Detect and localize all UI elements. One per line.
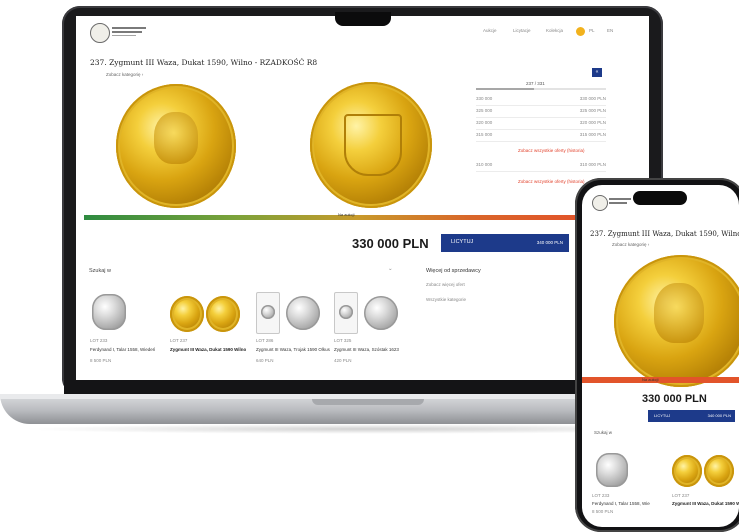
category-link[interactable]: Zobacz kategorię ›: [106, 72, 143, 77]
product-card[interactable]: LOT 237 Zygmunt III Waza, Dukat 1590 Wil…: [170, 290, 246, 374]
mobile-product-card[interactable]: LOT 237 Zygmunt III Waza, Dukat 1590 Wil…: [672, 453, 739, 523]
product-name: Zygmunt III Waza, Dukat 1590 Wilno: [170, 347, 246, 352]
nav-lang-pl[interactable]: PL: [589, 28, 595, 33]
laptop-trackpad-groove: [312, 399, 424, 405]
mobile-lot-title: 237. Zygmunt III Waza, Dukat 1590, Wilno: [590, 230, 739, 238]
product-image: [92, 294, 126, 330]
product-name: Ferdynand I, Talar 1558, Wiedeń: [90, 347, 156, 352]
product-image: [170, 296, 204, 332]
mobile-status-label: Na aukcji: [642, 377, 659, 382]
user-avatar[interactable]: [576, 27, 585, 36]
product-lot: LOT 233: [90, 338, 108, 343]
product-image: [364, 296, 398, 330]
phone-dynamic-island: [633, 191, 687, 205]
coin-shield-icon: [344, 114, 402, 176]
top-nav: Aukcje Licytacje Kolekcja PL EN: [483, 27, 643, 38]
product-card[interactable]: LOT 233 Ferdynand I, Talar 1558, Wiedeń …: [88, 290, 164, 374]
mobile-site-logo[interactable]: [592, 195, 632, 213]
logo-emblem-icon: [592, 195, 608, 211]
bid-row: 320 000 320 000 PLN: [476, 118, 606, 130]
product-image: [596, 453, 628, 487]
seller-sidebar-title: Więcej od sprzedawcy: [426, 268, 481, 274]
product-image: [704, 455, 734, 487]
product-image: [206, 296, 240, 332]
mobile-category-link[interactable]: Zobacz kategorię ›: [612, 242, 649, 247]
product-name: Zygmunt III Waza, Dukat 1590 Wilno: [672, 501, 739, 506]
coin-portrait-icon: [654, 283, 704, 343]
product-name: Zygmunt III Waza, Szóstak 1623: [334, 347, 399, 352]
product-name: Ferdynand I, Talar 1558, Wiedeń: [592, 501, 650, 506]
panel-collapse-button[interactable]: «: [592, 68, 602, 77]
laptop-chin: [64, 380, 661, 394]
product-lot: LOT 286: [256, 338, 274, 343]
related-section-header: Szukaj w: [89, 268, 112, 274]
product-price: 8 500 PLN: [90, 358, 112, 363]
product-lot: LOT 237: [170, 338, 188, 343]
mobile-status-bar: [582, 377, 739, 383]
nav-item-licytacje[interactable]: Licytacje: [513, 28, 531, 33]
chevron-down-icon[interactable]: ⌄: [388, 266, 393, 272]
product-card[interactable]: LOT 325 Zygmunt III Waza, Szóstak 1623 4…: [332, 290, 408, 374]
status-bar-label: Na aukcji: [338, 212, 355, 217]
mobile-current-price: 330 000 PLN: [642, 393, 707, 405]
mobile-section-label: Szukaj w: [594, 430, 613, 435]
bid-button[interactable]: LICYTUJ 340 000 PLN: [441, 234, 569, 252]
bid-row: 330 000 330 000 PLN: [476, 94, 606, 106]
nav-lang-en[interactable]: EN: [607, 28, 613, 33]
bid-row: 325 000 325 000 PLN: [476, 106, 606, 118]
laptop-screen: Aukcje Licytacje Kolekcja PL EN 237. Zyg…: [76, 16, 649, 380]
auction-status-bar: [84, 215, 580, 220]
coin-portrait-icon: [154, 112, 198, 164]
bid-row: 315 000 315 000 PLN: [476, 130, 606, 142]
product-lot: LOT 237: [672, 493, 690, 498]
laptop-camera-notch: [335, 12, 391, 26]
product-lot: LOT 325: [334, 338, 352, 343]
product-card[interactable]: LOT 286 Zygmunt III Waza, Trojak 1590 Ol…: [254, 290, 330, 374]
product-lot: LOT 233: [592, 493, 610, 498]
product-name: Zygmunt III Waza, Trojak 1590 Olkusz: [256, 347, 330, 352]
lot-title: 237. Zygmunt III Waza, Dukat 1590, Wilno…: [90, 58, 318, 67]
product-image: [256, 292, 280, 334]
bid-history-link-2[interactable]: Zobacz wszystkie oferty (historia): [518, 179, 585, 184]
bid-row: 310 000 310 000 PLN: [476, 160, 606, 172]
bid-history-link[interactable]: Zobacz wszystkie oferty (historia): [518, 148, 585, 153]
mobile-coin-image[interactable]: [614, 255, 739, 387]
site-logo[interactable]: [90, 23, 150, 45]
product-image: [334, 292, 358, 334]
product-price: 640 PLN: [256, 358, 274, 363]
coin-obverse-image[interactable]: [116, 84, 236, 208]
mobile-product-card[interactable]: LOT 233 Ferdynand I, Talar 1558, Wiedeń …: [592, 453, 650, 523]
panel-progress: [476, 88, 534, 90]
current-price: 330 000 PLN: [352, 236, 429, 251]
logo-emblem-icon: [90, 23, 110, 43]
nav-item-aukcje[interactable]: Aukcje: [483, 28, 497, 33]
phone-screen: 237. Zygmunt III Waza, Dukat 1590, Wilno…: [582, 185, 739, 527]
product-price: 8 500 PLN: [592, 509, 614, 514]
product-image: [286, 296, 320, 330]
product-image: [672, 455, 702, 487]
product-price: 420 PLN: [334, 358, 352, 363]
coin-reverse-image[interactable]: [310, 82, 432, 208]
mobile-bid-button[interactable]: LICYTUJ 340 000 PLN: [648, 410, 735, 422]
seller-link-categories[interactable]: Wszystkie kategorie: [426, 297, 466, 302]
seller-link-more[interactable]: Zobacz więcej ofert: [426, 282, 465, 287]
panel-header: 237 / 331: [526, 81, 545, 86]
nav-item-kolekcja[interactable]: Kolekcja: [546, 28, 563, 33]
